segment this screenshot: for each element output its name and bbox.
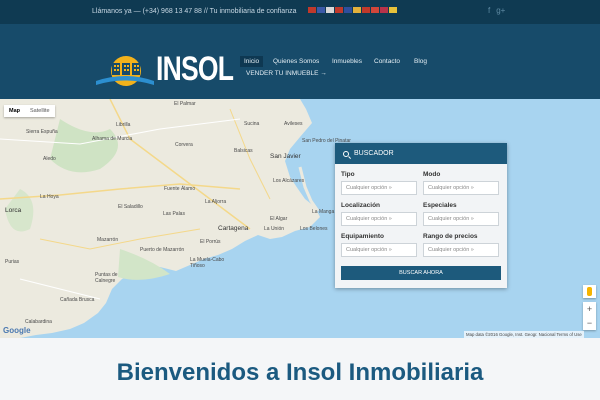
localizacion-select[interactable]: Cualquier opción » xyxy=(341,212,417,226)
map-type-map[interactable]: Map xyxy=(4,105,25,117)
map-label: Las Palas xyxy=(163,211,185,217)
contact-phone-text: Llámanos ya — (+34) 968 13 47 88 // Tu i… xyxy=(92,8,297,15)
modo-select[interactable]: Cualquier opción » xyxy=(423,181,499,195)
map-label: Sucina xyxy=(244,121,260,127)
language-flag-10[interactable] xyxy=(389,7,397,13)
search-icon xyxy=(343,150,349,157)
map-label: El Palmar xyxy=(174,101,196,107)
field-label-modo: Modo xyxy=(423,171,441,178)
map-label: La Hoya xyxy=(40,194,59,200)
language-flag-4[interactable] xyxy=(335,7,343,13)
site-logo[interactable]: INSOL xyxy=(94,51,234,87)
nav-item-blog[interactable]: Blog xyxy=(410,56,431,67)
logo-text: INSOL xyxy=(156,50,234,88)
map-label: Puntas de Calnegre xyxy=(95,272,118,284)
search-panel-header: BUSCADOR xyxy=(335,143,507,164)
map-label: El Saladillo xyxy=(118,204,143,210)
language-flag-5[interactable] xyxy=(344,7,352,13)
map-label: La Aljorra xyxy=(205,199,227,205)
map-label: Corvera xyxy=(175,142,193,148)
language-flag-6[interactable] xyxy=(353,7,361,13)
logo-sun-house-icon xyxy=(96,56,154,86)
map-label: San Javier xyxy=(270,153,301,160)
rango-precios-select[interactable]: Cualquier opción » xyxy=(423,243,499,257)
map-label: La Manga xyxy=(312,209,335,215)
map-label: Lorca xyxy=(5,207,22,214)
map-attribution[interactable]: Map data ©2016 Google, Inst. Geogr. Naci… xyxy=(464,331,584,338)
map-label: Cañada Brusca xyxy=(60,297,95,303)
map-label: Calabardina xyxy=(25,319,52,325)
site-header: INSOL Inicio Quienes Somos Inmuebles Con… xyxy=(0,24,600,99)
especiales-select[interactable]: Cualquier opción » xyxy=(423,212,499,226)
map-zoom-control: + − xyxy=(583,302,596,330)
zoom-out-button[interactable]: − xyxy=(583,316,596,330)
field-label-rango-precios: Rango de precios xyxy=(423,233,478,240)
nav-item-vender-inmueble[interactable]: VENDER TU INMUEBLE → xyxy=(242,68,331,79)
map-label: La Unión xyxy=(264,226,285,232)
map-label: Cartagena xyxy=(218,225,249,232)
google-logo[interactable]: Google xyxy=(3,326,31,335)
map-label: Fuente Álamo xyxy=(164,186,196,192)
nav-item-inicio[interactable]: Inicio xyxy=(240,56,264,67)
map-label: Aledo xyxy=(43,156,56,162)
map-label: Mazarrón xyxy=(97,237,119,243)
equipamiento-select[interactable]: Cualquier opción » xyxy=(341,243,417,257)
map-label: La Muela-Cabo Tiñoso xyxy=(190,257,225,269)
map-label: Sierra Espuña xyxy=(26,129,58,135)
location-map[interactable]: Map Satellite El Palmar Sucina Avileses … xyxy=(0,99,600,338)
map-label: El Algar xyxy=(270,216,288,222)
nav-item-quienes-somos[interactable]: Quienes Somos xyxy=(269,56,323,67)
map-label: Los Belones xyxy=(300,226,328,232)
map-type-control: Map Satellite xyxy=(4,105,55,117)
nav-item-inmuebles[interactable]: Inmuebles xyxy=(328,56,366,67)
language-flag-7[interactable] xyxy=(362,7,370,13)
social-links: f g+ xyxy=(488,6,505,15)
welcome-title: Bienvenidos a Insol Inmobiliaria xyxy=(116,359,484,386)
field-label-equipamiento: Equipamiento xyxy=(341,233,384,240)
map-label: Puerto de Mazarrón xyxy=(140,247,185,253)
field-label-tipo: Tipo xyxy=(341,171,355,178)
map-label: Los Alcázares xyxy=(273,178,305,184)
language-flag-2[interactable] xyxy=(317,7,325,13)
field-label-especiales: Especiales xyxy=(423,202,457,209)
property-search-panel: BUSCADOR Tipo Modo Cualquier opción » Cu… xyxy=(335,143,507,288)
facebook-icon[interactable]: f xyxy=(488,6,490,15)
language-flag-1[interactable] xyxy=(308,7,316,13)
field-label-localizacion: Localización xyxy=(341,202,381,209)
google-plus-icon[interactable]: g+ xyxy=(496,6,505,15)
search-panel-title: BUSCADOR xyxy=(354,150,394,157)
tipo-select[interactable]: Cualquier opción » xyxy=(341,181,417,195)
language-flags xyxy=(308,7,397,13)
zoom-in-button[interactable]: + xyxy=(583,302,596,316)
map-label: El Porrús xyxy=(200,239,221,245)
language-flag-8[interactable] xyxy=(371,7,379,13)
map-type-satellite[interactable]: Satellite xyxy=(25,105,55,117)
map-label: Avileses xyxy=(284,121,303,127)
nav-item-contacto[interactable]: Contacto xyxy=(370,56,404,67)
map-label: Alhama de Murcia xyxy=(92,136,133,142)
search-now-button[interactable]: BUSCAR AHORA xyxy=(341,266,501,280)
top-bar: Llámanos ya — (+34) 968 13 47 88 // Tu i… xyxy=(0,0,600,24)
map-label: Librilla xyxy=(116,122,131,128)
welcome-section: Bienvenidos a Insol Inmobiliaria xyxy=(0,338,600,400)
language-flag-3[interactable] xyxy=(326,7,334,13)
map-label: Balsicas xyxy=(234,148,253,154)
street-view-pegman-icon[interactable] xyxy=(583,285,596,298)
language-flag-9[interactable] xyxy=(380,7,388,13)
map-label: Purias xyxy=(5,259,20,265)
